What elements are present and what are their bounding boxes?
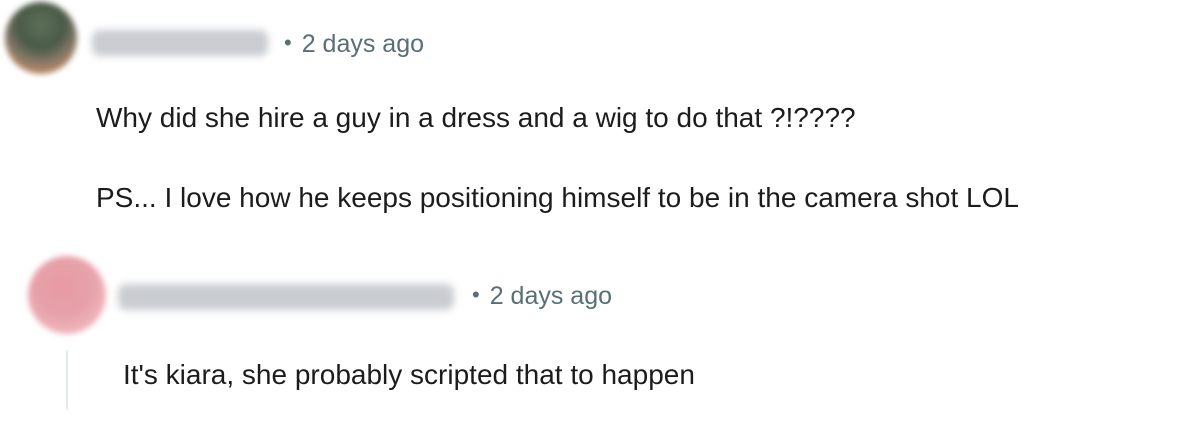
comment-meta: • 2 days ago (284, 32, 424, 57)
meta-separator: • (472, 282, 480, 307)
meta-separator: • (284, 30, 292, 55)
username-redacted[interactable] (118, 284, 454, 310)
comment-body-line: Why did she hire a guy in a dress and a … (96, 102, 856, 133)
comment-body-line: It's kiara, she probably scripted that t… (123, 359, 695, 390)
username-redacted[interactable] (92, 30, 268, 56)
user-avatar[interactable] (28, 256, 106, 334)
comment-timestamp[interactable]: 2 days ago (302, 30, 424, 58)
thread-line[interactable] (66, 350, 68, 410)
comment-body-line: PS... I love how he keeps positioning hi… (96, 182, 1019, 213)
user-avatar[interactable] (5, 2, 77, 74)
comment-timestamp[interactable]: 2 days ago (490, 282, 612, 310)
comment-meta: • 2 days ago (472, 284, 612, 309)
